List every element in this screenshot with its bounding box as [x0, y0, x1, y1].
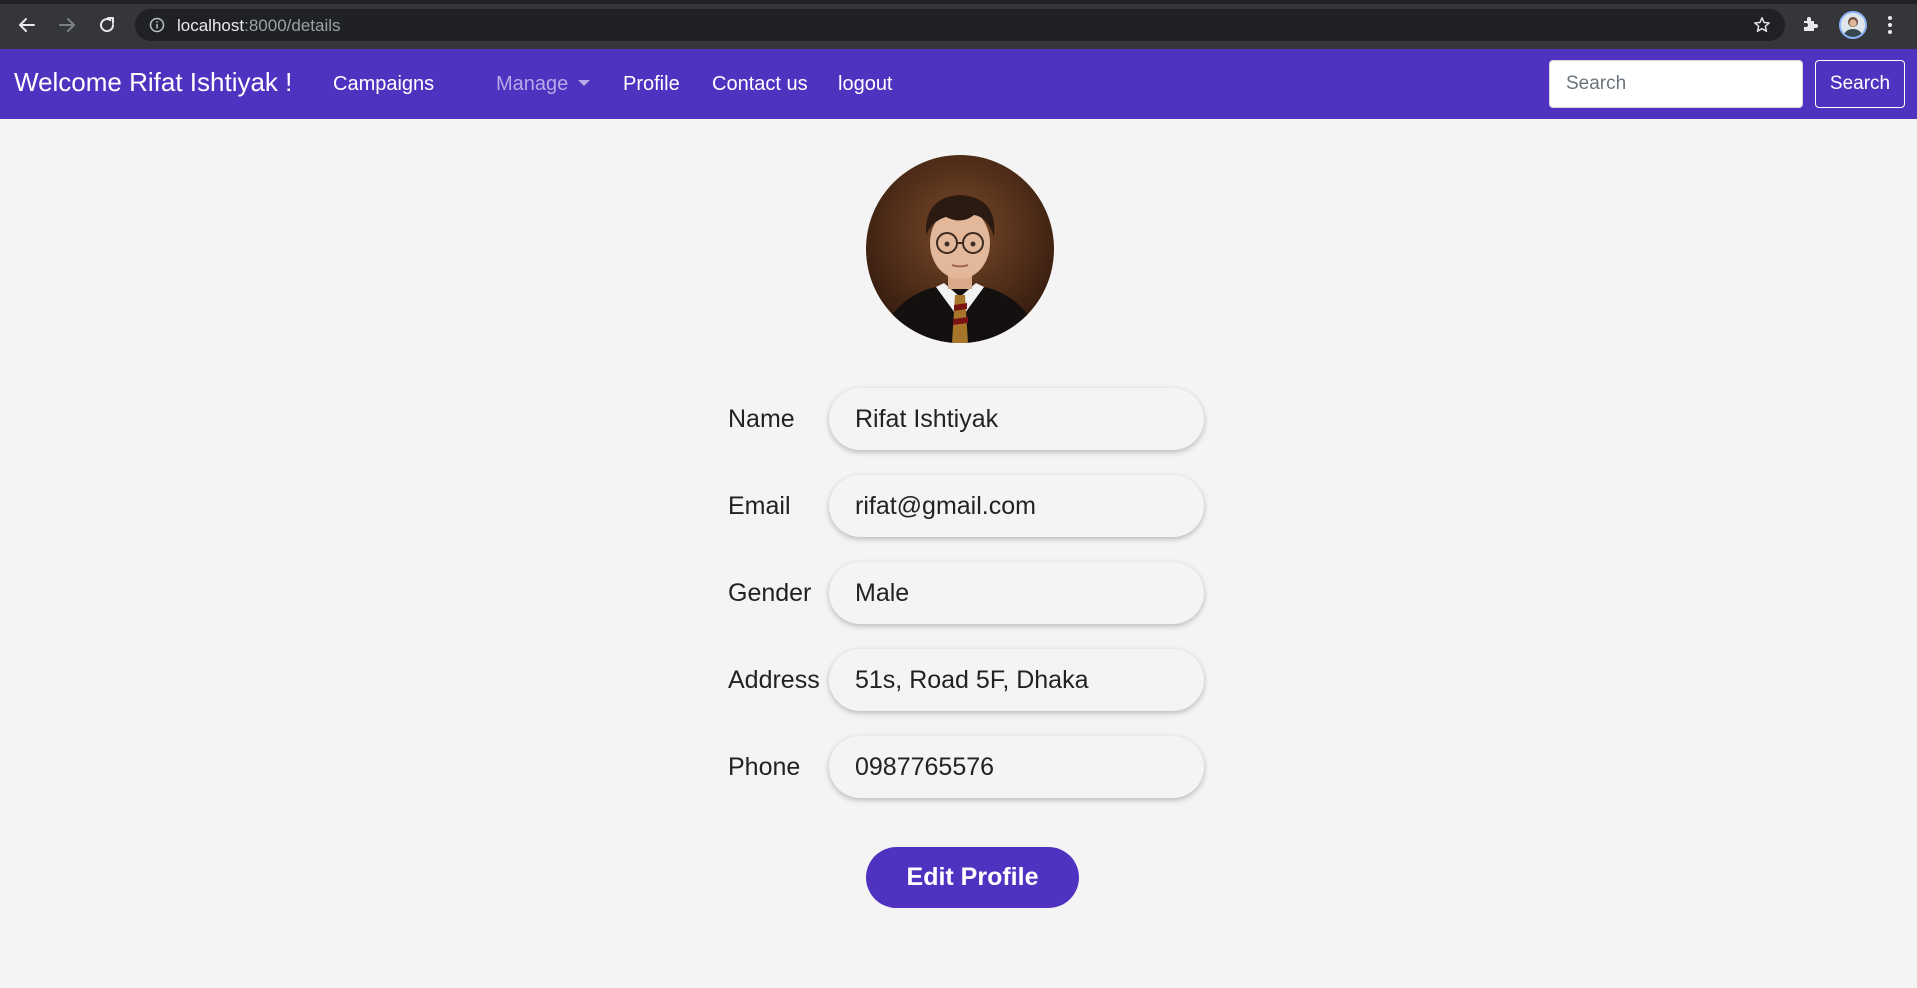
name-label: Name	[728, 405, 795, 433]
reload-icon	[100, 17, 115, 33]
forward-button[interactable]	[53, 11, 81, 39]
phone-label: Phone	[728, 753, 801, 781]
email-field: rifat@gmail.com	[829, 475, 1204, 537]
extensions-puzzle-icon[interactable]	[1800, 13, 1822, 35]
profile-portrait-image	[866, 155, 1054, 343]
more-vertical-icon[interactable]	[1884, 12, 1896, 38]
url-host: localhost	[177, 16, 245, 35]
caret-down-icon	[578, 79, 591, 86]
address-bar[interactable]: localhost:8000/details	[135, 9, 1785, 41]
email-label: Email	[728, 492, 791, 520]
url-text[interactable]: localhost:8000/details	[177, 16, 341, 36]
top-navbar: Welcome Rifat Ishtiyak ! Campaigns Manag…	[0, 49, 1917, 119]
gender-field: Male	[829, 562, 1204, 624]
url-path: :8000/details	[244, 16, 341, 35]
tab-strip	[0, 0, 1917, 4]
person-icon	[1841, 13, 1865, 37]
navbar-brand[interactable]: Welcome Rifat Ishtiyak !	[14, 67, 292, 98]
name-field: Rifat Ishtiyak	[829, 388, 1204, 450]
arrow-right-icon	[59, 18, 75, 32]
bookmark-star-icon[interactable]	[1753, 16, 1771, 34]
browser-chrome: localhost:8000/details	[0, 0, 1917, 49]
phone-field: 0987765576	[829, 736, 1204, 798]
nav-manage-dropdown[interactable]: Manage	[496, 73, 591, 96]
reload-button[interactable]	[93, 11, 121, 39]
search-input[interactable]	[1549, 60, 1803, 108]
search-button[interactable]: Search	[1815, 60, 1905, 108]
nav-campaigns[interactable]: Campaigns	[333, 73, 434, 96]
edit-profile-button[interactable]: Edit Profile	[866, 847, 1079, 908]
back-button[interactable]	[13, 11, 41, 39]
address-label: Address	[728, 666, 820, 694]
nav-contact-us[interactable]: Contact us	[712, 73, 808, 96]
nav-manage-label: Manage	[496, 73, 569, 95]
arrow-left-icon	[19, 18, 35, 32]
address-field: 51s, Road 5F, Dhaka	[829, 649, 1204, 711]
browser-profile-avatar[interactable]	[1839, 11, 1867, 39]
profile-photo	[866, 155, 1054, 343]
nav-logout[interactable]: logout	[838, 73, 893, 96]
nav-profile[interactable]: Profile	[623, 73, 680, 96]
info-icon[interactable]	[149, 17, 165, 33]
gender-label: Gender	[728, 579, 812, 607]
